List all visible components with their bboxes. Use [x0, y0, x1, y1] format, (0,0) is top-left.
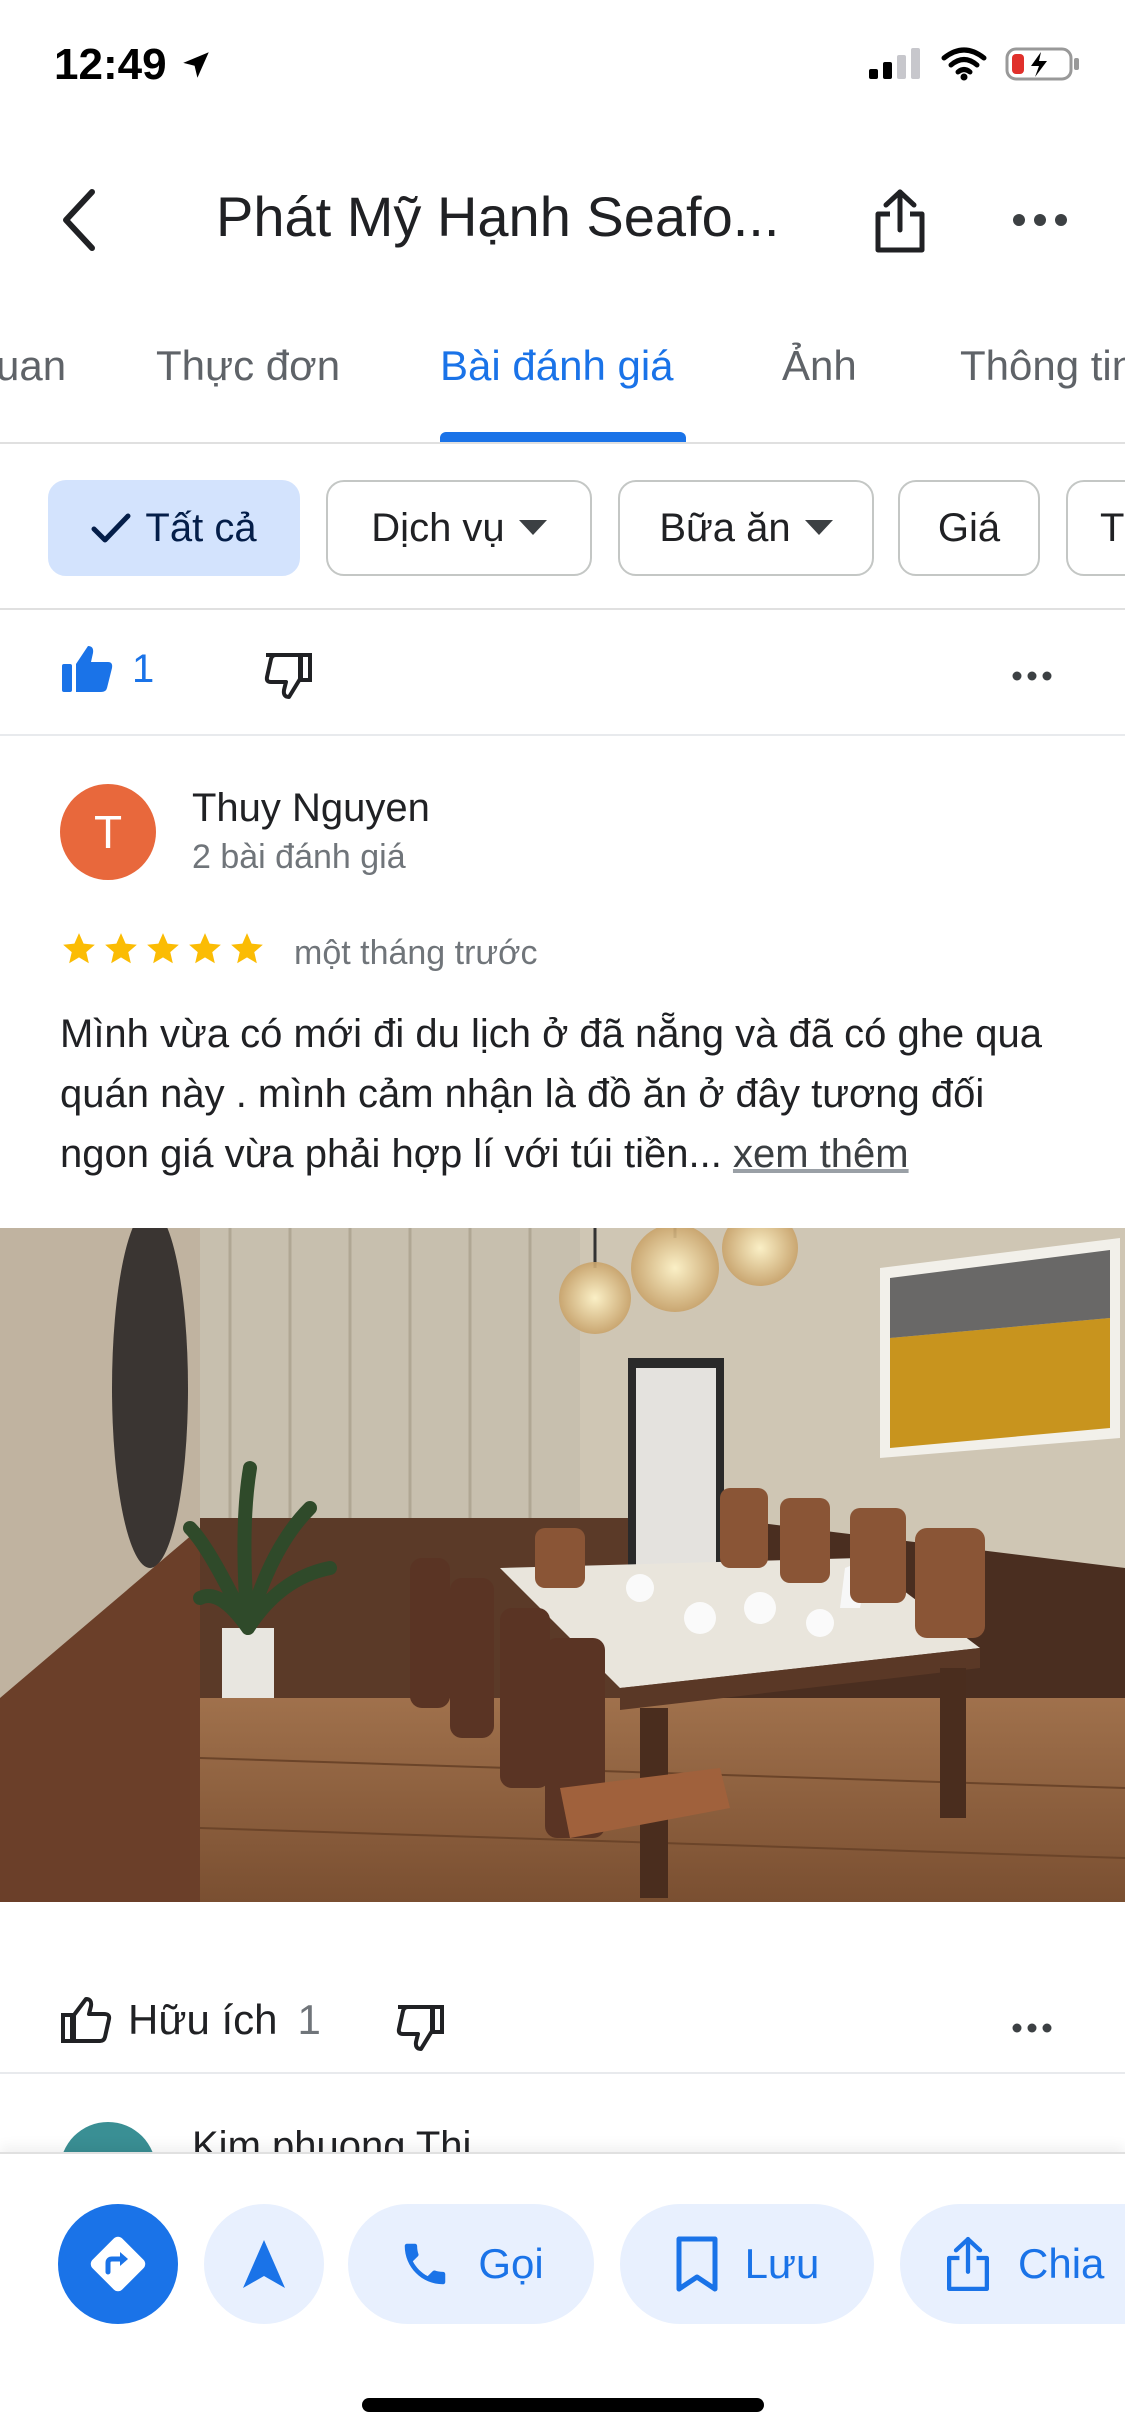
- start-navigation-button[interactable]: [204, 2204, 324, 2324]
- tab-overview[interactable]: uan: [0, 342, 66, 390]
- save-label: Lưu: [744, 2240, 820, 2287]
- chip-meal[interactable]: Bữa ăn: [618, 480, 874, 576]
- chip-service[interactable]: Dịch vụ: [326, 480, 592, 576]
- read-more-link[interactable]: xem thêm: [733, 1132, 909, 1176]
- share-place-button[interactable]: Chia: [900, 2204, 1125, 2324]
- thumbs-up-filled-icon: [62, 646, 113, 692]
- reviewer-review-count: 2 bài đánh giá: [192, 838, 406, 876]
- page-title: Phát Mỹ Hạnh Seafo...: [216, 185, 780, 248]
- active-tab-indicator: [440, 432, 686, 442]
- dropdown-arrow-icon: [804, 520, 833, 535]
- star-icon: [189, 933, 221, 964]
- tab-menu[interactable]: Thực đơn: [156, 342, 340, 390]
- chip-service-label: Dịch vụ: [371, 505, 505, 550]
- filter-chips: Tất cả Dịch vụ Bữa ăn Giá T: [0, 480, 1125, 578]
- chip-all[interactable]: Tất cả: [48, 480, 300, 576]
- more-horizontal-icon: [1012, 2023, 1052, 2033]
- chip-all-label: Tất cả: [145, 505, 257, 550]
- helpful-label: Hữu ích: [128, 1996, 278, 2043]
- star-icon: [231, 933, 263, 964]
- review-more-button[interactable]: [1000, 1996, 1064, 2060]
- reviewer-name[interactable]: Thuy Nguyen: [192, 786, 430, 831]
- app-header: Phát Mỹ Hạnh Seafo...: [0, 160, 1125, 280]
- status-time: 12:49: [54, 40, 213, 90]
- navigation-arrow-icon: [243, 2240, 285, 2288]
- phone-icon: [405, 2243, 446, 2285]
- share-button[interactable]: [860, 176, 940, 266]
- divider: [0, 608, 1125, 610]
- divider: [0, 734, 1125, 736]
- more-horizontal-icon: [1012, 671, 1052, 681]
- tab-photos[interactable]: Ảnh: [782, 342, 857, 390]
- battery-icon: [1005, 47, 1079, 81]
- star-rating: [60, 930, 266, 968]
- star-icon: [105, 933, 137, 964]
- tab-reviews[interactable]: Bài đánh giá: [440, 342, 674, 390]
- divider: [0, 2072, 1125, 2074]
- signal-icon: [869, 48, 920, 79]
- helpful-button[interactable]: Hữu ích 1: [60, 1996, 321, 2044]
- tab-bar: uan Thực đơn Bài đánh giá Ảnh Thông tin: [0, 320, 1125, 444]
- review-actions: Hữu ích 1: [0, 1960, 1125, 2080]
- review-more-button[interactable]: [1000, 644, 1064, 708]
- review-time: một tháng trước: [294, 934, 538, 972]
- call-button[interactable]: Gọi: [348, 2204, 594, 2324]
- bookmark-icon: [676, 2236, 718, 2292]
- save-button[interactable]: Lưu: [620, 2204, 874, 2324]
- restaurant-room-image: [0, 1228, 1125, 1902]
- star-icon: [63, 933, 95, 964]
- call-label: Gọi: [478, 2240, 544, 2287]
- share-icon: [875, 189, 925, 253]
- chip-price[interactable]: Giá: [898, 480, 1040, 576]
- chevron-left-icon: [63, 189, 95, 251]
- chip-next-label: T: [1100, 505, 1125, 550]
- reviewer-avatar[interactable]: T: [60, 784, 156, 880]
- back-button[interactable]: [40, 180, 120, 260]
- status-time-text: 12:49: [54, 40, 167, 89]
- helpful-count: 1: [297, 1996, 321, 2043]
- previous-review-actions: 1: [0, 620, 1125, 740]
- dislike-button[interactable]: [256, 644, 320, 708]
- review-photo[interactable]: [0, 1228, 1125, 1902]
- thumbs-down-icon: [396, 2005, 444, 2051]
- thumbs-up-icon: [61, 1997, 112, 2043]
- like-count: 1: [132, 646, 155, 691]
- share-icon: [947, 2237, 989, 2292]
- share-label: Chia: [1018, 2240, 1105, 2287]
- more-options-button[interactable]: [998, 180, 1082, 260]
- more-horizontal-icon: [1013, 214, 1067, 226]
- bottom-action-bar: Gọi Lưu Chia: [0, 2152, 1125, 2436]
- status-bar: 12:49: [0, 0, 1125, 140]
- status-icons: [867, 46, 1081, 82]
- directions-button[interactable]: [58, 2204, 178, 2324]
- like-button[interactable]: 1: [60, 644, 154, 694]
- chip-next[interactable]: T: [1066, 480, 1125, 576]
- thumbs-down-icon: [264, 653, 312, 699]
- home-indicator[interactable]: [362, 2398, 764, 2412]
- dislike-button[interactable]: [388, 1996, 452, 2060]
- check-icon: [91, 513, 131, 543]
- dropdown-arrow-icon: [518, 520, 547, 535]
- tab-about[interactable]: Thông tin: [960, 342, 1125, 390]
- chip-meal-label: Bữa ăn: [659, 505, 791, 550]
- chip-price-label: Giá: [937, 505, 1001, 550]
- directions-icon: [90, 2236, 146, 2292]
- review-text: Mình vừa có mới đi du lịch ở đã nẵng và …: [60, 1004, 1080, 1184]
- wifi-icon: [941, 47, 987, 81]
- star-icon: [147, 933, 179, 964]
- location-arrow-icon: [182, 52, 209, 78]
